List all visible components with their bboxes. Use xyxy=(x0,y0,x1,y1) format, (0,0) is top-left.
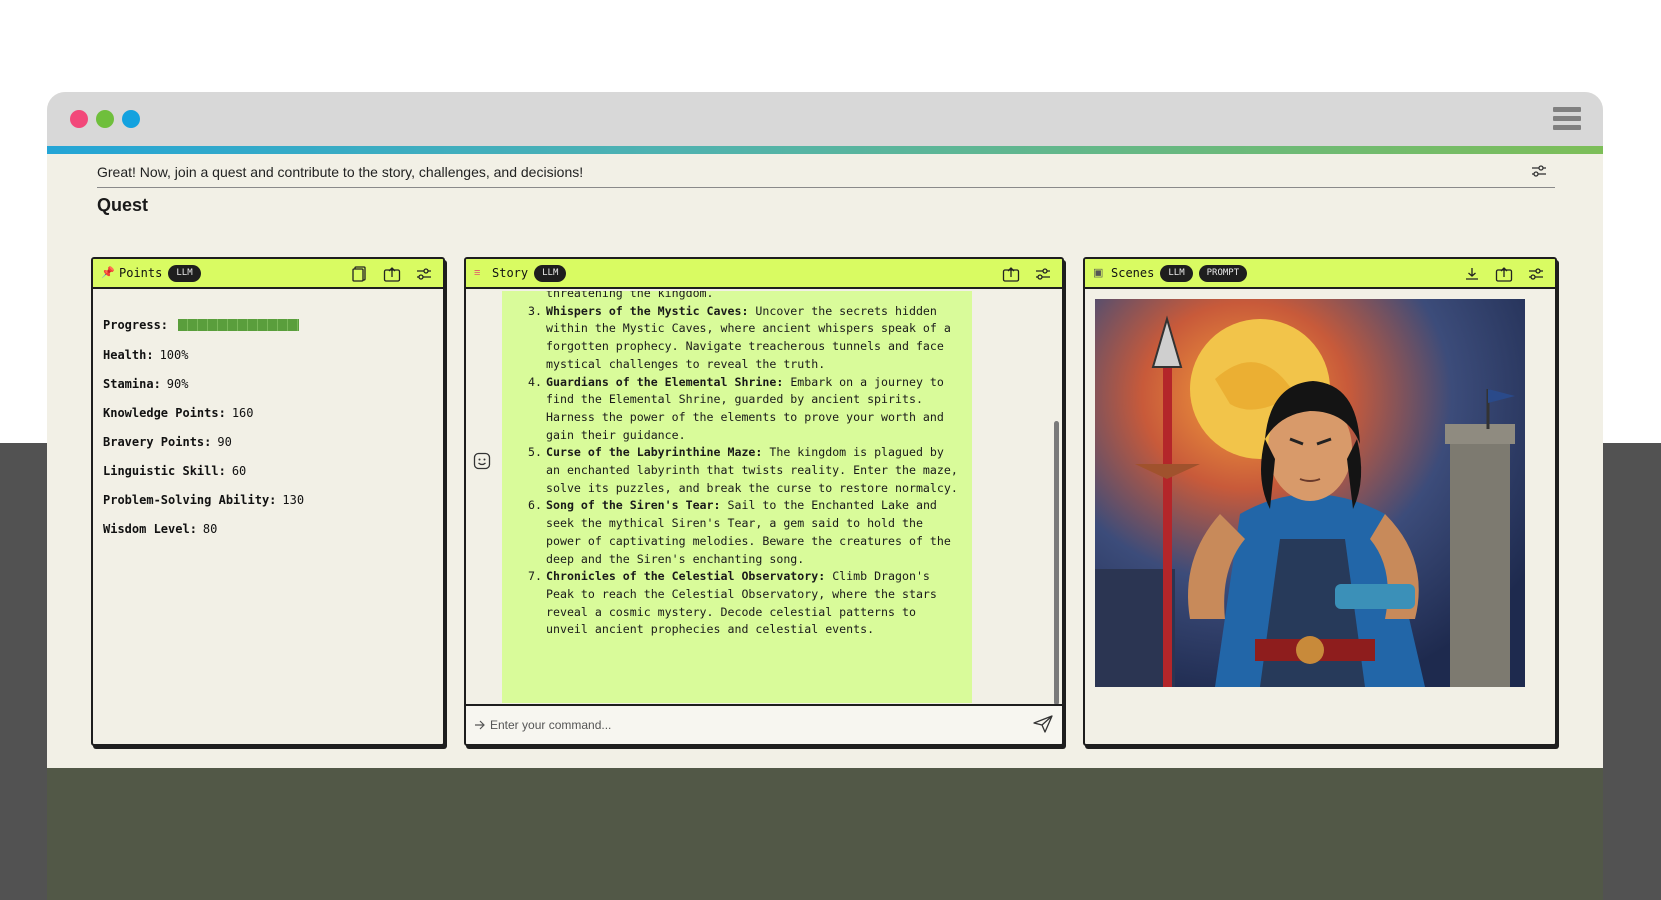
download-icon[interactable] xyxy=(1463,266,1481,282)
settings-sliders-icon[interactable] xyxy=(1527,266,1545,282)
accent-gradient-bar xyxy=(47,146,1603,154)
share-icon[interactable] xyxy=(1002,266,1020,282)
window-minimize-dot[interactable] xyxy=(96,110,114,128)
prompt-badge: PROMPT xyxy=(1198,264,1248,282)
quest-title: Song of the Siren's Tear: xyxy=(546,498,721,513)
intro-row: Great! Now, join a quest and contribute … xyxy=(97,162,1555,188)
stat-label: Wisdom Level: xyxy=(103,521,197,536)
settings-sliders-icon[interactable] xyxy=(415,266,433,282)
section-title: Quest xyxy=(97,195,149,215)
scenes-panel-title: Scenes xyxy=(1111,266,1155,280)
menu-icon[interactable] xyxy=(1553,107,1581,131)
quest-number: 5. xyxy=(528,445,542,460)
intro-message: Great! Now, join a quest and contribute … xyxy=(97,164,584,180)
stat-label: Problem-Solving Ability: xyxy=(103,492,277,507)
quest-title: Curse of the Labyrinthine Maze: xyxy=(546,445,763,460)
story-panel-header: ≡ Story LLM xyxy=(466,259,1062,289)
quest-list: 3. Whispers of the Mystic Caves: Uncover … xyxy=(502,303,962,639)
arrow-right-icon xyxy=(475,720,485,730)
share-icon[interactable] xyxy=(1495,266,1513,282)
quest-title: Chronicles of the Celestial Observatory: xyxy=(546,569,826,584)
stat-row: Knowledge Points: 160 xyxy=(103,398,433,427)
quest-number: 4. xyxy=(528,374,542,389)
llm-badge: LLM xyxy=(534,264,567,282)
story-panel-title: Story xyxy=(492,266,529,280)
stat-value: 60 xyxy=(231,463,247,478)
stat-row: Bravery Points: 90 xyxy=(103,427,433,456)
bot-avatar-icon xyxy=(473,452,491,470)
quest-item: 5. Curse of the Labyrinthine Maze: The ki… xyxy=(502,444,962,497)
stat-label: Knowledge Points: xyxy=(103,405,226,420)
window-close-dot[interactable] xyxy=(70,110,88,128)
window-maximize-dot[interactable] xyxy=(122,110,140,128)
quest-item: 4. Guardians of the Elemental Shrine: Emb… xyxy=(502,374,962,445)
stats-list: Progress: Health: 100% Stamina: 90% Knowle… xyxy=(93,289,443,563)
stat-row: Wisdom Level: 80 xyxy=(103,514,433,543)
stat-value: 90% xyxy=(166,376,189,391)
quest-item: 7. Chronicles of the Celestial Observator… xyxy=(502,568,962,639)
book-icon: ≡ xyxy=(474,267,481,279)
story-scrollbar[interactable] xyxy=(1054,421,1059,705)
copy-icon[interactable] xyxy=(351,266,369,282)
quest-number: 7. xyxy=(528,569,542,584)
llm-badge: LLM xyxy=(168,264,201,282)
settings-sliders-icon[interactable] xyxy=(1034,266,1052,282)
story-panel: ≡ Story LLM threatening the kingdom. 3. … xyxy=(464,257,1064,746)
quest-title: Whispers of the Mystic Caves: xyxy=(546,303,749,318)
progress-row: Progress: xyxy=(103,309,433,340)
quest-item: 3. Whispers of the Mystic Caves: Uncover … xyxy=(502,303,962,374)
stat-label: Health: xyxy=(103,347,154,362)
title-bar xyxy=(47,92,1603,146)
app-window: Great! Now, join a quest and contribute … xyxy=(47,92,1603,768)
stat-value: 90 xyxy=(217,434,232,449)
stat-row: Linguistic Skill: 60 xyxy=(103,456,433,485)
llm-badge: LLM xyxy=(1160,264,1193,282)
stat-value: 130 xyxy=(282,492,305,507)
settings-sliders-icon[interactable] xyxy=(1531,164,1547,178)
progress-fill xyxy=(178,318,299,331)
image-icon: ▣ xyxy=(1093,267,1104,279)
story-text: threatening the kingdom. 3. Whispers of t… xyxy=(502,291,962,639)
progress-bar xyxy=(178,318,308,331)
command-bar xyxy=(466,704,1062,744)
stat-value: 80 xyxy=(202,521,218,536)
story-continued-line: threatening the kingdom. xyxy=(546,291,714,300)
stat-row: Health: 100% xyxy=(103,340,433,369)
background-olive xyxy=(47,768,1603,900)
stat-row: Problem-Solving Ability: 130 xyxy=(103,485,433,514)
quest-title: Guardians of the Elemental Shrine: xyxy=(546,374,784,389)
scenes-panel: ▣ Scenes LLM PROMPT xyxy=(1083,257,1557,746)
points-panel-title: Points xyxy=(119,266,163,280)
pin-icon: 📌 xyxy=(101,267,115,279)
stat-label: Linguistic Skill: xyxy=(103,463,226,478)
send-icon[interactable] xyxy=(1032,714,1054,734)
quest-number: 6. xyxy=(528,498,542,513)
stat-row: Stamina: 90% xyxy=(103,369,433,398)
command-input[interactable] xyxy=(490,712,990,738)
progress-label: Progress: xyxy=(103,317,169,332)
stat-label: Stamina: xyxy=(103,376,161,391)
scenes-panel-header: ▣ Scenes LLM PROMPT xyxy=(1085,259,1555,289)
stat-value: 160 xyxy=(231,405,254,420)
share-icon[interactable] xyxy=(383,266,401,282)
scene-image[interactable] xyxy=(1095,299,1525,687)
quest-number: 3. xyxy=(528,303,542,318)
stat-value: 100% xyxy=(159,347,189,362)
story-scroll-area[interactable]: threatening the kingdom. 3. Whispers of t… xyxy=(466,291,1062,706)
points-panel: 📌 Points LLM Progress: Health: 100% Stam… xyxy=(91,257,445,746)
quest-item: 6. Song of the Siren's Tear: Sail to the … xyxy=(502,497,962,568)
points-panel-header: 📌 Points LLM xyxy=(93,259,443,289)
stat-label: Bravery Points: xyxy=(103,434,212,449)
